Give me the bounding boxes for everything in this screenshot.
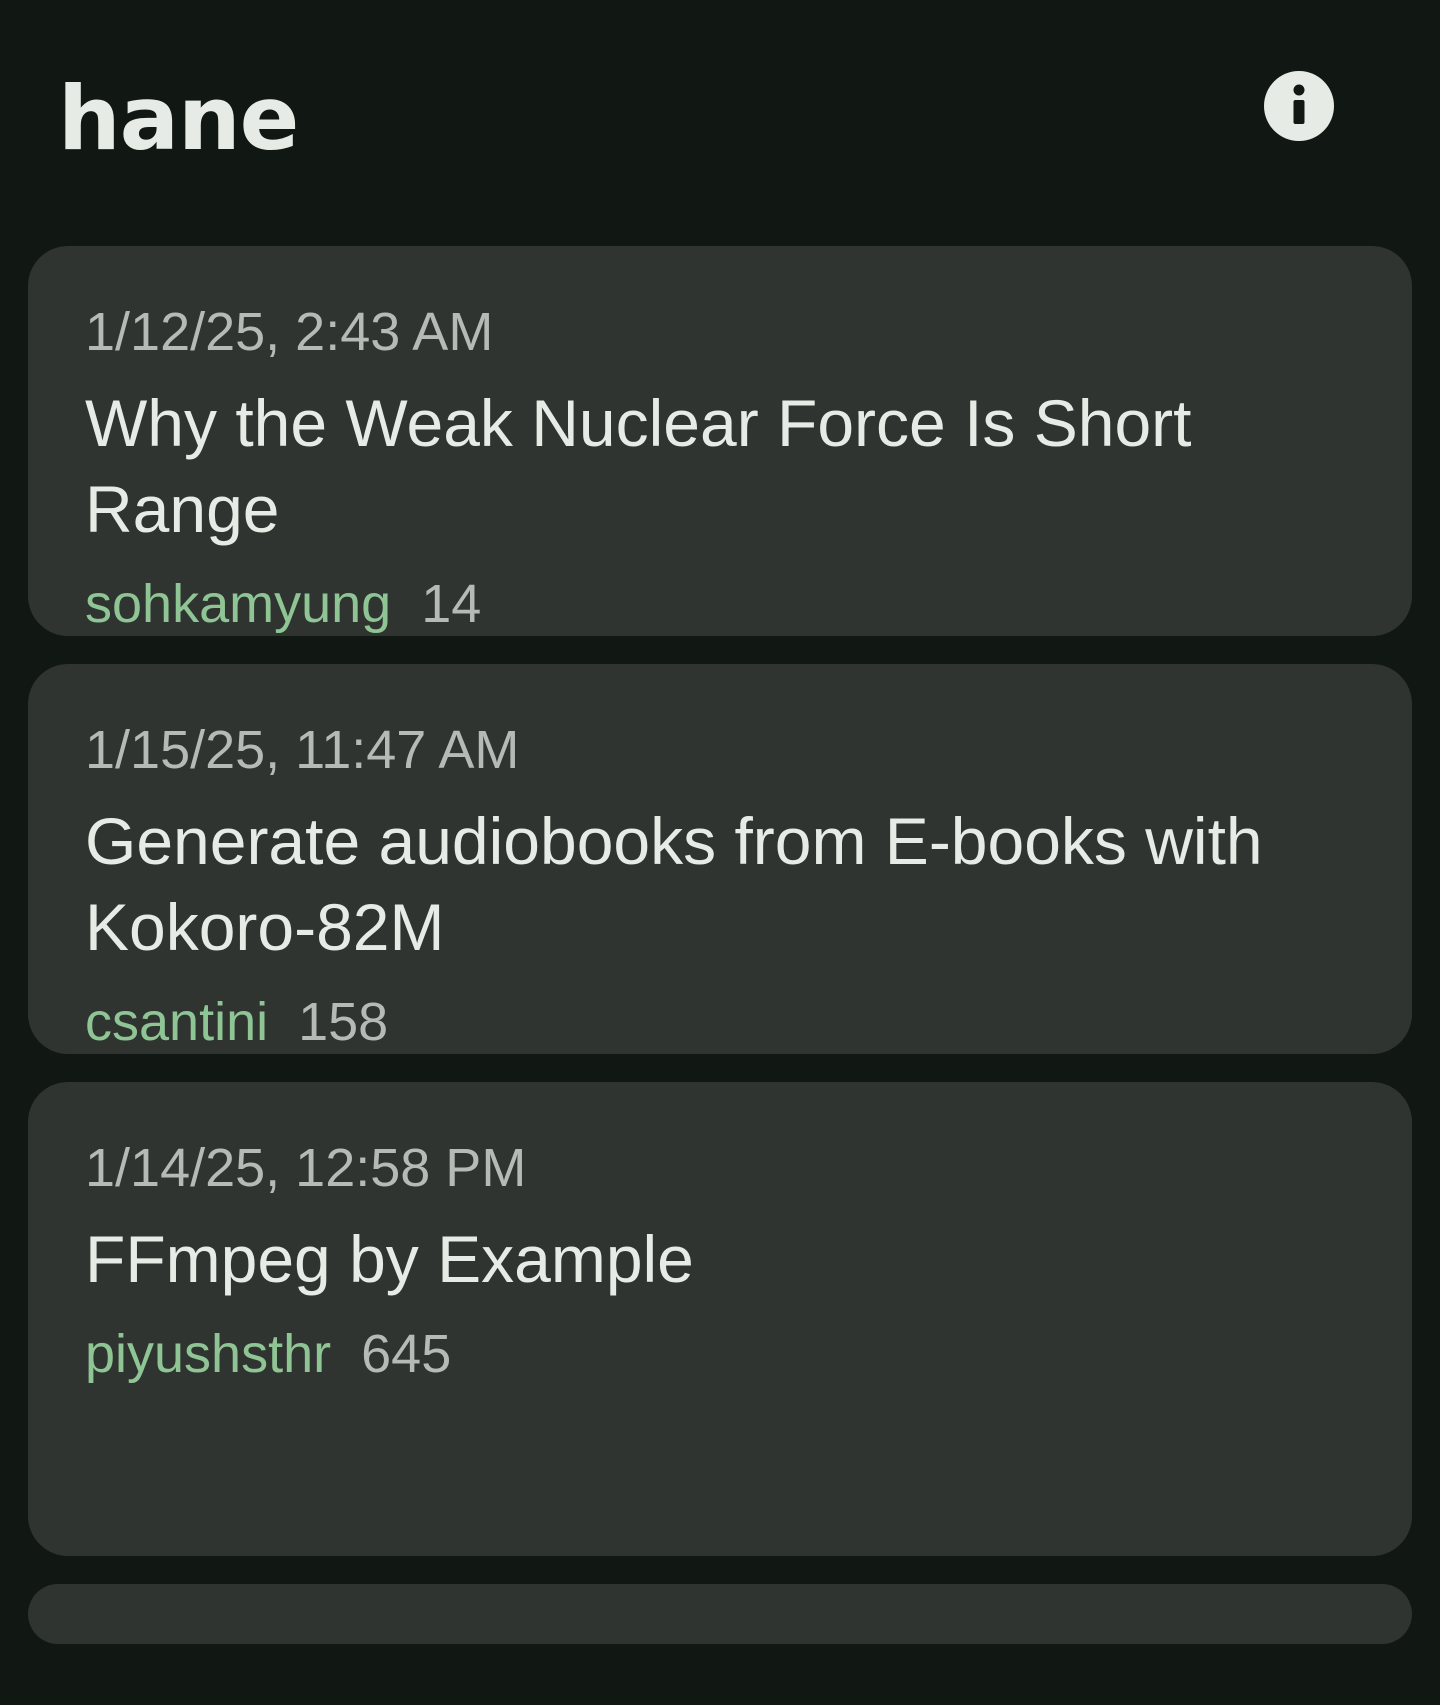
story-score: 158 — [298, 992, 389, 1052]
info-button[interactable] — [1264, 71, 1334, 141]
story-author[interactable]: sohkamyung — [85, 568, 391, 636]
story-title[interactable]: FFmpeg by Example — [85, 1216, 1354, 1302]
story-card[interactable]: 1/15/25, 11:47 AM Generate audiobooks fr… — [28, 664, 1412, 1054]
story-timestamp: 1/14/25, 12:58 PM — [85, 1138, 527, 1198]
info-icon — [1293, 84, 1305, 124]
app-title: hane — [58, 67, 299, 170]
story-author[interactable]: piyushsthr — [85, 1318, 331, 1390]
story-card-partial[interactable] — [28, 1584, 1412, 1644]
story-score: 14 — [421, 574, 482, 634]
story-title[interactable]: Why the Weak Nuclear Force Is Short Rang… — [85, 380, 1354, 552]
story-meta: sohkamyung 14 — [85, 568, 1354, 636]
story-timestamp: 1/15/25, 11:47 AM — [85, 720, 520, 780]
story-card[interactable]: 1/12/25, 2:43 AM Why the Weak Nuclear Fo… — [28, 246, 1412, 636]
story-feed: 1/12/25, 2:43 AM Why the Weak Nuclear Fo… — [28, 246, 1412, 1672]
story-timestamp: 1/12/25, 2:43 AM — [85, 302, 494, 362]
story-score: 645 — [361, 1324, 452, 1384]
story-author[interactable]: csantini — [85, 986, 268, 1054]
story-title[interactable]: Generate audiobooks from E-books with Ko… — [85, 798, 1354, 970]
story-meta: csantini 158 — [85, 986, 1354, 1054]
story-meta: piyushsthr 645 — [85, 1318, 1354, 1390]
story-card[interactable]: 1/14/25, 12:58 PM FFmpeg by Example piyu… — [28, 1082, 1412, 1556]
app-header: hane — [0, 0, 1440, 246]
